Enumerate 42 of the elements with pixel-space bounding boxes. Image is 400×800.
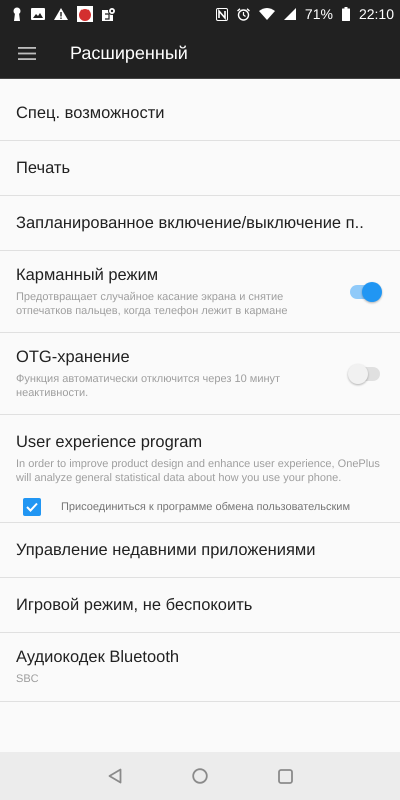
settings-item[interactable]: Печать bbox=[0, 141, 400, 196]
back-icon[interactable] bbox=[108, 768, 122, 784]
setting-title: Запланированное включение/выключение п.. bbox=[16, 214, 365, 232]
nfc-icon bbox=[216, 8, 228, 20]
setting-summary: Предотвращает случайное касание экрана и снятие отпечатков пальцев, когда телефон лежит в кармане bbox=[16, 290, 288, 318]
warning-icon bbox=[54, 8, 68, 20]
toggle-switch[interactable] bbox=[348, 282, 382, 302]
signal-icon bbox=[284, 8, 296, 20]
app-icon bbox=[77, 6, 93, 22]
battery-icon bbox=[342, 7, 350, 21]
setting-title: Карманный режим bbox=[16, 266, 160, 284]
toggle-switch[interactable] bbox=[348, 364, 382, 384]
settings-item[interactable]: Игровой режим, не беспокоить bbox=[0, 578, 400, 633]
setting-summary: In order to improve product design and enhance user experience, OnePlus will analyze general statistical data about how you use your phone. bbox=[16, 457, 381, 485]
home-icon[interactable] bbox=[192, 768, 208, 784]
menu-icon[interactable] bbox=[18, 46, 36, 60]
setting-title: Управление недавними приложениями bbox=[16, 540, 316, 560]
setting-title: Спец. возможности bbox=[16, 104, 166, 123]
battery-percent: 71% bbox=[304, 6, 333, 22]
settings-item[interactable]: Запланированное включение/выключение п.. bbox=[0, 196, 400, 251]
recents-icon[interactable] bbox=[278, 768, 292, 784]
wifi-icon bbox=[258, 8, 275, 20]
setting-title: Аудиокодек Bluetooth bbox=[16, 648, 180, 667]
setting-title: Печать bbox=[16, 158, 72, 178]
image-icon bbox=[31, 8, 45, 20]
setting-title: OTG-хранение bbox=[16, 348, 131, 366]
alarm-icon bbox=[236, 8, 250, 20]
setting-title: Игровой режим, не беспокоить bbox=[16, 596, 254, 614]
checkbox[interactable] bbox=[23, 498, 41, 516]
settings-item[interactable]: Карманный режим Предотвращает случайное касание экрана и снятие отпечатков пальцев, когда телефон лежит в кармане bbox=[0, 251, 400, 333]
setting-title: User experience program bbox=[16, 433, 204, 452]
keyhole-icon bbox=[12, 7, 22, 21]
settings-item[interactable]: Аудиокодек Bluetooth SBC bbox=[0, 633, 400, 702]
clock: 22:10 bbox=[358, 6, 394, 22]
map-icon bbox=[102, 7, 116, 21]
checkbox-label: Присоединиться к программе обмена пользовательским bbox=[61, 501, 350, 513]
settings-item[interactable]: OTG-хранение Функция автоматически отключится через 10 минут неактивности. bbox=[0, 333, 400, 415]
screen-title: Расширенный bbox=[70, 42, 188, 64]
setting-summary: SBC bbox=[16, 672, 40, 686]
settings-item[interactable]: Спец. возможности bbox=[0, 79, 400, 141]
setting-summary: Функция автоматически отключится через 10 минут неактивности. bbox=[16, 372, 282, 400]
settings-item[interactable]: Управление недавними приложениями bbox=[0, 523, 400, 578]
